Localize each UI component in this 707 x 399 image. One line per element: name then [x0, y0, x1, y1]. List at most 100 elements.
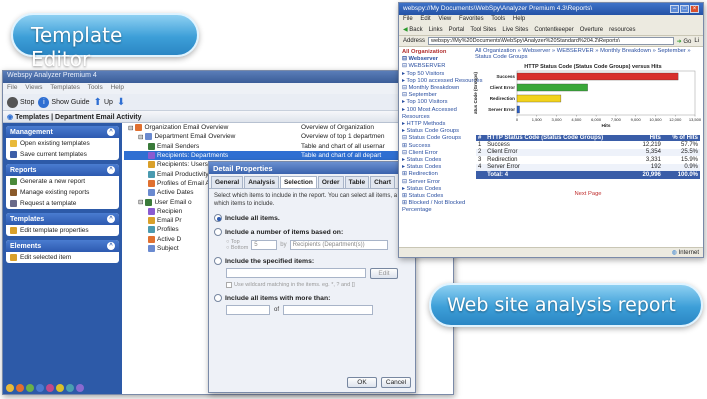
request-template-link[interactable]: Request a template — [6, 198, 119, 209]
nav-link[interactable]: ⊞ Success — [402, 143, 468, 150]
link-resources[interactable]: resources — [609, 27, 635, 33]
radio-icon[interactable] — [214, 294, 222, 302]
management-header[interactable]: Management ^ — [6, 126, 119, 138]
nav-link[interactable]: ⊞ Blocked / Not Blocked — [402, 200, 468, 207]
tab-table[interactable]: Table — [344, 176, 370, 188]
tab-general[interactable]: General — [211, 176, 244, 188]
shortcut-icon[interactable] — [6, 384, 14, 392]
manage-reports-link[interactable]: Manage existing reports — [6, 187, 119, 198]
shortcut-icon[interactable] — [76, 384, 84, 392]
nav-link[interactable]: ▸ Top 100 accessed Resources — [402, 78, 482, 85]
expand-collapse-icon[interactable]: ⊟ — [138, 133, 143, 141]
include-all-option[interactable]: Include all items. — [214, 214, 410, 222]
shortcut-icon[interactable] — [56, 384, 64, 392]
collapse-icon[interactable]: ^ — [107, 128, 115, 136]
menu-tools[interactable]: Tools — [491, 16, 505, 22]
top-count-input[interactable]: 5 — [251, 240, 278, 250]
tab-order[interactable]: Order — [317, 176, 344, 188]
ok-button[interactable]: OK — [347, 377, 377, 388]
nav-link[interactable]: ⊞ Redirection — [402, 171, 468, 178]
stop-button[interactable]: Stop — [7, 96, 34, 108]
menu-file[interactable]: File — [7, 84, 17, 91]
wildcard-option[interactable]: Use wildcard matching in the items. eg. … — [226, 282, 410, 288]
tab-analysis[interactable]: Analysis — [244, 176, 279, 188]
up-button[interactable]: ⬆ Up — [94, 97, 113, 108]
radio-icon[interactable] — [214, 257, 222, 265]
menu-tools[interactable]: Tools — [88, 84, 103, 91]
shortcut-icon[interactable] — [16, 384, 24, 392]
close-icon[interactable]: × — [690, 5, 699, 13]
nav-link[interactable]: ⊟ Server Error — [402, 179, 468, 186]
nav-link[interactable]: ⊟ Client Error — [402, 150, 468, 157]
reports-header[interactable]: Reports ^ — [6, 164, 119, 176]
collapse-icon[interactable]: ^ — [107, 166, 115, 174]
menu-templates[interactable]: Templates — [50, 84, 80, 91]
by-field-select[interactable]: Recipients (Department(s)) — [289, 240, 388, 250]
nav-link[interactable]: ▸ Status Codes — [402, 164, 468, 171]
link-live-sites[interactable]: Live Sites — [502, 27, 528, 33]
down-arrow-icon[interactable]: ⬇ — [117, 97, 125, 108]
open-templates-link[interactable]: Open existing templates — [6, 138, 119, 149]
nav-link[interactable]: ⊞ Status Codes — [402, 193, 468, 200]
specified-items-input[interactable] — [226, 268, 366, 278]
nav-link[interactable]: ⊟ Monthly Breakdown — [402, 85, 468, 92]
menu-help[interactable]: Help — [513, 16, 525, 22]
table-row[interactable]: 1 Success 12,219 57.7% — [476, 141, 700, 149]
edit-selected-item-link[interactable]: Edit selected item — [6, 252, 119, 263]
go-button[interactable]: ➜ Go — [677, 38, 692, 45]
nav-link[interactable]: ⊟ Status Code Groups — [402, 135, 468, 142]
link-tool-sites[interactable]: Tool Sites — [470, 27, 496, 33]
nav-link[interactable]: All Organization — [402, 49, 468, 56]
nav-link[interactable]: ⊟ September — [402, 92, 468, 99]
menu-edit[interactable]: Edit — [420, 16, 430, 22]
address-input[interactable]: webspy://My%20Documents\WebSpy\Analyzer%… — [428, 37, 674, 45]
include-specified-option[interactable]: Include the specified items: — [214, 257, 410, 265]
minimize-icon[interactable]: – — [670, 5, 679, 13]
menu-help[interactable]: Help — [111, 84, 124, 91]
menu-favorites[interactable]: Favorites — [459, 16, 484, 22]
collapse-icon[interactable]: ^ — [107, 242, 115, 250]
more-than-value-input[interactable] — [226, 305, 270, 315]
include-more-than-option[interactable]: Include all items with more than: — [214, 294, 410, 302]
nav-link[interactable]: ▸ Status Codes — [402, 186, 468, 193]
edit-template-properties-link[interactable]: Edit template properties — [6, 225, 119, 236]
more-than-field-select[interactable] — [283, 305, 374, 315]
nav-link[interactable]: ▸ Top 100 Visitors — [402, 99, 468, 106]
next-page-link[interactable]: Next Page — [473, 191, 703, 197]
cancel-button[interactable]: Cancel — [381, 377, 411, 388]
tab-selection[interactable]: Selection — [279, 176, 317, 188]
menu-view[interactable]: View — [438, 16, 451, 22]
maximize-icon[interactable]: □ — [680, 5, 689, 13]
shortcut-icon[interactable] — [66, 384, 74, 392]
nav-link[interactable]: ▸ Status Code Groups — [402, 128, 468, 135]
back-button[interactable]: ◀ Back — [403, 26, 423, 33]
shortcut-icon[interactable] — [46, 384, 54, 392]
radio-selected-icon[interactable] — [214, 214, 222, 222]
shortcut-icon[interactable] — [36, 384, 44, 392]
expand-collapse-icon[interactable]: ⊟ — [128, 124, 133, 132]
show-guide-button[interactable]: i Show Guide — [38, 96, 90, 108]
elements-header[interactable]: Elements ^ — [6, 240, 119, 252]
expand-collapse-icon[interactable]: ⊟ — [138, 198, 143, 206]
nav-link[interactable]: ⊟ WEBSERVER — [402, 63, 468, 70]
radio-icon[interactable] — [214, 228, 222, 236]
link-overture[interactable]: Overture — [580, 27, 603, 33]
table-row[interactable]: 4 Server Error 192 0.9% — [476, 163, 700, 171]
bottom-option[interactable]: ○ Bottom — [226, 245, 248, 251]
nav-link[interactable]: ▸ HTTP Methods — [402, 121, 468, 128]
wildcard-checkbox[interactable] — [226, 282, 232, 288]
nav-link[interactable]: ▸ Top 50 Visitors — [402, 71, 468, 78]
menu-views[interactable]: Views — [25, 84, 42, 91]
nav-link[interactable]: ▸ 100 Most Accessed — [402, 107, 468, 114]
nav-link[interactable]: Percentage — [402, 207, 468, 214]
link-portal[interactable]: Portal — [449, 27, 465, 33]
save-templates-link[interactable]: Save current templates — [6, 149, 119, 160]
links-dropdown[interactable]: Li — [694, 38, 699, 44]
templates-header[interactable]: Templates ^ — [6, 213, 119, 225]
menu-file[interactable]: File — [403, 16, 413, 22]
link-contentkeeper[interactable]: Contentkeeper — [534, 27, 573, 33]
collapse-icon[interactable]: ^ — [107, 215, 115, 223]
edit-items-button[interactable]: Edit — [370, 268, 398, 279]
generate-report-link[interactable]: Generate a new report — [6, 176, 119, 187]
table-row[interactable]: 3 Redirection 3,331 15.9% — [476, 156, 700, 164]
